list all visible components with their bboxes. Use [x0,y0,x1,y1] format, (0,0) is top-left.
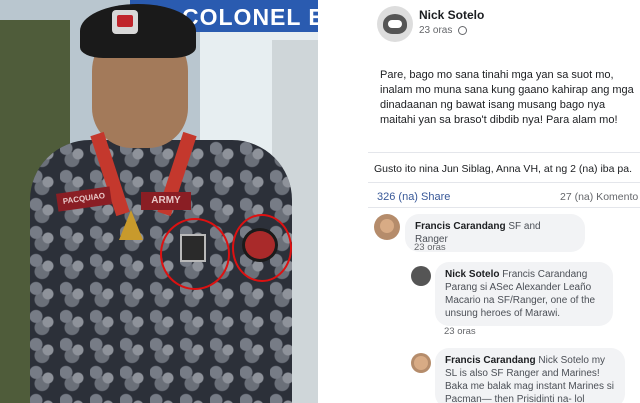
post-timestamp[interactable]: 23 oras [419,25,452,36]
photo-banner-text: COLONEL E [182,4,318,30]
comment-bubble: Francis Carandang Nick Sotelo my SL is a… [435,348,625,403]
author-avatar[interactable] [377,6,413,42]
share-count-link[interactable]: 326 (na) Share [377,191,450,203]
photo-beret [80,4,196,58]
photo-army-tag: ARMY [141,192,191,210]
post-body: Pare, bago mo sana tinahi mga yan sa suo… [380,69,634,126]
photo-army-tag-text: ARMY [151,195,181,206]
divider [368,207,640,208]
photo-red-circle-annotation [160,218,230,290]
reply-avatar[interactable] [411,266,431,286]
comment-author[interactable]: Nick Sotelo [445,269,499,280]
comment-bubble: Nick Sotelo Francis Carandang Parang si … [435,262,613,326]
globe-icon [458,26,467,35]
divider [368,182,640,183]
comment-avatar[interactable] [374,214,400,240]
comment-time[interactable]: 23 oras [444,326,476,337]
post-author[interactable]: Nick Sotelo [419,8,484,22]
comment-time[interactable]: 23 oras [414,242,446,253]
photo-beret-badge [112,10,138,34]
comment-author[interactable]: Francis Carandang [445,355,536,366]
photo-red-circle-annotation [232,214,292,282]
post-photo[interactable]: COLONEL E PACQUIAO ARMY [0,0,318,403]
comment-count-link[interactable]: 27 (na) Komento [560,191,638,203]
reply-avatar[interactable] [411,353,431,373]
comment-author[interactable]: Francis Carandang [415,221,506,232]
divider [368,152,640,153]
post-likes[interactable]: Gusto ito nina Jun Siblag, Anna VH, at n… [374,163,632,175]
